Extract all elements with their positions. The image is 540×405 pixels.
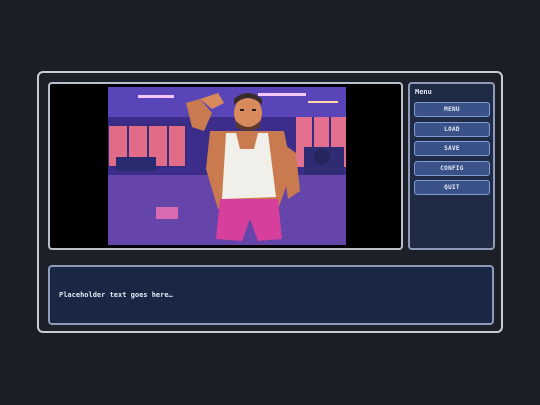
scene-viewport [48, 82, 403, 250]
quit-button[interactable]: QUIT [414, 180, 490, 195]
menu-title: Menu [415, 88, 432, 96]
dialog-box[interactable]: Placeholder text goes here… [48, 265, 494, 325]
menu-button[interactable]: MENU [414, 102, 490, 117]
load-button[interactable]: LOAD [414, 122, 490, 137]
dialog-text: Placeholder text goes here… [59, 291, 173, 299]
game-window: Menu MENU LOAD SAVE CONFIG QUIT Placehol… [37, 71, 503, 333]
side-menu-panel: Menu MENU LOAD SAVE CONFIG QUIT [408, 82, 495, 250]
character-scene-image [108, 87, 346, 245]
config-button[interactable]: CONFIG [414, 161, 490, 176]
save-button[interactable]: SAVE [414, 141, 490, 156]
